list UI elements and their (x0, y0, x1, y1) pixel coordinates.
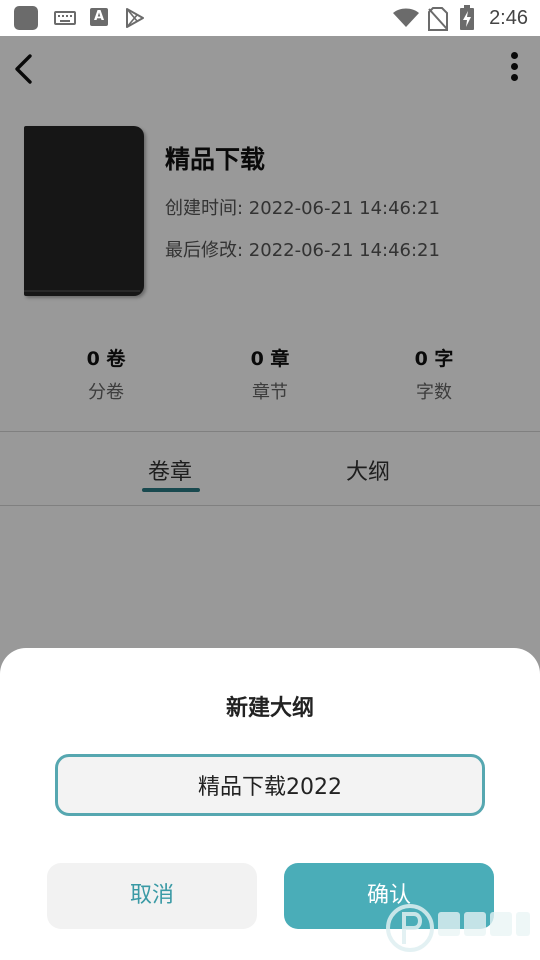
wifi-icon (393, 8, 419, 27)
clock-time: 2:46 (489, 7, 528, 29)
status-bar: A 2:46 (0, 0, 540, 36)
app-icon (14, 6, 38, 30)
watermark-logo-icon (386, 904, 530, 952)
a-icon: A (90, 8, 108, 26)
cancel-button[interactable]: 取消 (47, 863, 257, 929)
battery-charging-icon (460, 5, 474, 30)
no-sim-icon (428, 7, 448, 31)
play-store-icon (126, 8, 144, 28)
outline-name-input[interactable] (55, 754, 485, 816)
dialog-title: 新建大纲 (225, 696, 314, 721)
keyboard-icon (54, 11, 76, 25)
